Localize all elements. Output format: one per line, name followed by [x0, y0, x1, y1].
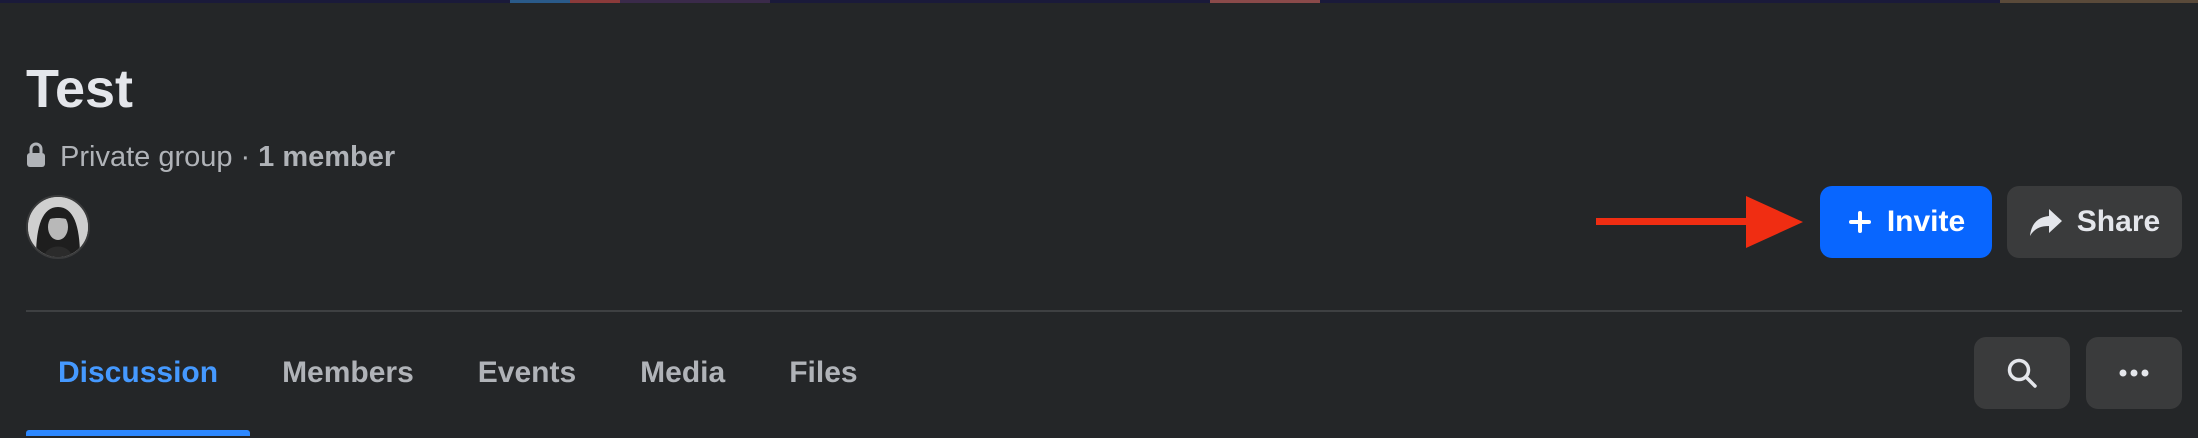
more-options-button[interactable] — [2086, 337, 2182, 409]
share-arrow-icon — [2029, 209, 2062, 236]
invite-label: Invite — [1886, 205, 1966, 238]
cover-photo-edge — [0, 0, 2198, 3]
header-divider — [26, 310, 2182, 312]
group-meta: Private group · 1 member — [26, 137, 395, 177]
search-icon — [2007, 358, 2037, 388]
member-avatar[interactable] — [26, 195, 90, 259]
invite-button[interactable]: Invite — [1820, 186, 1992, 258]
tab-members[interactable]: Members — [250, 330, 446, 416]
member-count-link[interactable]: 1 member — [258, 141, 395, 174]
plus-icon — [1848, 211, 1871, 233]
meta-separator: · — [240, 140, 251, 173]
share-button[interactable]: Share — [2007, 186, 2182, 258]
group-tabs: Discussion Members Events Media Files — [26, 330, 890, 438]
tab-files[interactable]: Files — [757, 330, 889, 416]
more-horizontal-icon — [2119, 369, 2149, 377]
tab-media[interactable]: Media — [608, 330, 757, 416]
privacy-label: Private group — [60, 140, 233, 173]
group-title: Test — [26, 59, 134, 119]
share-label: Share — [2076, 205, 2161, 238]
search-button[interactable] — [1974, 337, 2070, 409]
tab-discussion[interactable]: Discussion — [26, 330, 251, 436]
lock-icon — [26, 142, 50, 172]
annotation-arrow — [1596, 196, 1803, 248]
tab-events[interactable]: Events — [446, 330, 608, 416]
group-header: Test Private group · 1 member Invite Sha… — [0, 0, 2198, 438]
